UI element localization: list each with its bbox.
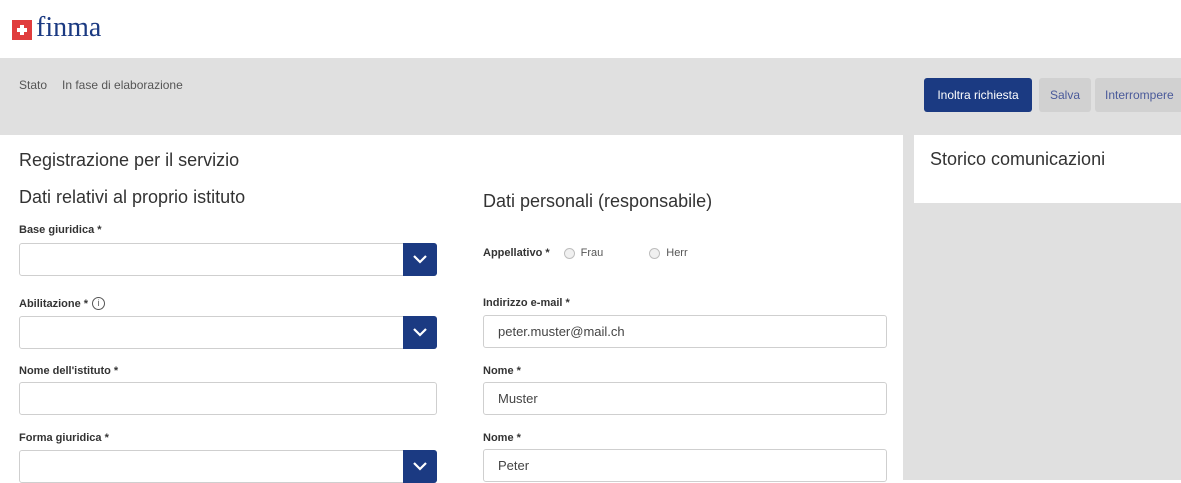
submit-request-button[interactable]: Inoltra richiesta [924,78,1032,112]
radio-button-icon[interactable] [563,247,575,259]
personal-section-title: Dati personali (responsabile) [483,191,713,211]
info-icon[interactable]: i [92,297,106,310]
last-name-label: Nome * [483,365,521,377]
radio-button-icon[interactable] [649,247,661,259]
legal-form-select[interactable] [19,450,437,483]
save-button[interactable]: Salva [1039,78,1091,112]
institution-name-input[interactable] [19,382,437,415]
radio-label-herr: Herr [666,247,688,259]
header: finma [0,0,1181,58]
radio-label-frau: Frau [580,247,604,259]
status-value: In fase di elaborazione [62,78,183,92]
finma-logo[interactable]: finma [12,14,101,42]
authorization-select[interactable] [19,316,437,349]
salutation-label: Appellativo * [483,247,550,259]
chevron-down-icon[interactable] [403,450,437,483]
authorization-label: Abilitazione * [19,298,89,310]
swiss-flag-icon [12,20,32,40]
last-name-field[interactable]: Muster [483,382,887,415]
logo-text: finma [36,12,102,43]
email-field[interactable]: peter.muster@mail.ch [483,315,887,348]
form-title: Registrazione per il servizio [19,150,240,170]
legal-basis-select[interactable] [19,243,437,276]
status-label: Stato [19,78,48,92]
salutation-row: Appellativo * Frau Herr [483,247,688,259]
chevron-down-icon[interactable] [403,316,437,349]
radio-option-frau[interactable]: Frau [563,247,604,259]
history-title: Storico comunicazioni [930,149,1106,169]
authorization-label-wrap: Abilitazione * i [19,297,106,311]
cancel-button[interactable]: Interrompere [1095,78,1181,112]
history-card: Storico comunicazioni [914,135,1181,203]
chevron-down-icon[interactable] [403,243,437,276]
email-label: Indirizzo e-mail * [483,297,570,309]
radio-option-herr[interactable]: Herr [649,247,688,259]
institution-section-title: Dati relativi al proprio istituto [19,187,246,207]
institution-name-label: Nome dell'istituto * [19,365,119,377]
first-name-label: Nome * [483,432,521,444]
first-name-field[interactable]: Peter [483,449,887,482]
legal-form-label: Forma giuridica * [19,432,109,444]
legal-basis-label: Base giuridica * [19,224,102,236]
